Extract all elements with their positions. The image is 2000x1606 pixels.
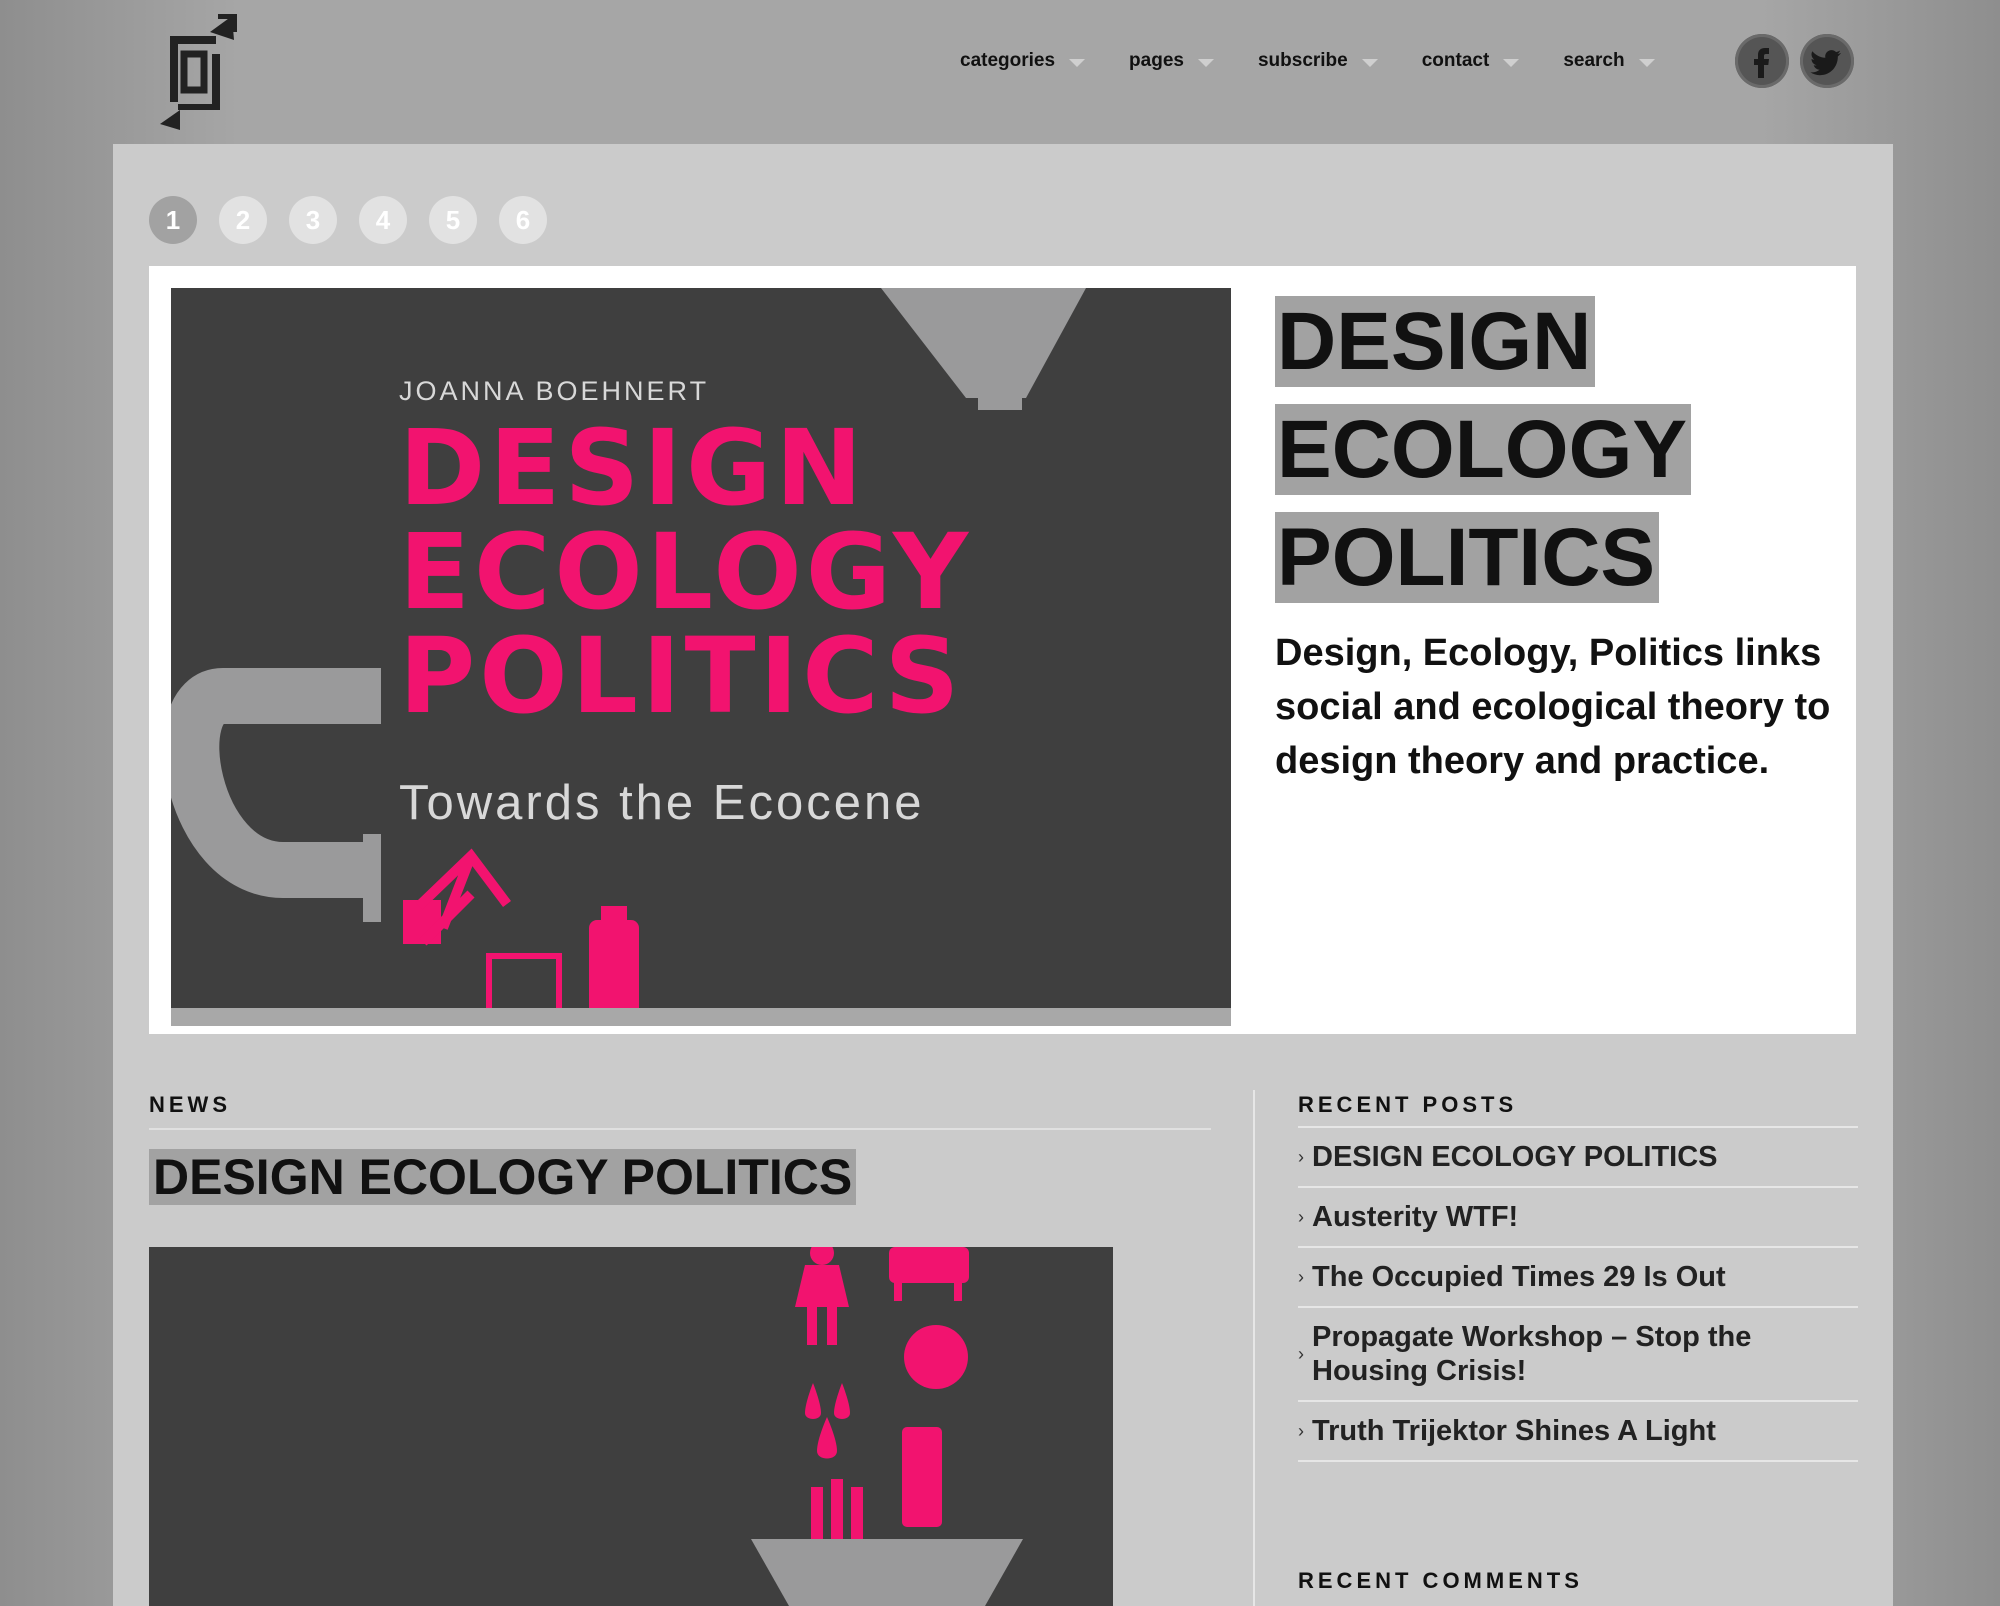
nav-label: pages bbox=[1129, 50, 1184, 71]
nav-categories[interactable]: categories bbox=[960, 50, 1086, 72]
post-title-text: DESIGN ECOLOGY POLITICS bbox=[149, 1149, 857, 1205]
chevron-down-icon bbox=[1069, 59, 1086, 67]
chevron-right-icon: › bbox=[1298, 1420, 1304, 1441]
chevron-down-icon bbox=[1361, 59, 1378, 67]
nav-pages[interactable]: pages bbox=[1129, 50, 1214, 72]
slider-page-2[interactable]: 2 bbox=[219, 196, 267, 244]
cover-title-line: DESIGN bbox=[399, 407, 867, 529]
nav-subscribe[interactable]: subscribe bbox=[1258, 50, 1378, 72]
recent-post-item[interactable]: › The Occupied Times 29 Is Out bbox=[1298, 1248, 1858, 1308]
cover-title-line: ECOLOGY bbox=[399, 511, 973, 633]
post-featured-image[interactable] bbox=[149, 1247, 1113, 1606]
nav-label: categories bbox=[960, 50, 1056, 71]
chevron-right-icon: › bbox=[1298, 1206, 1304, 1227]
recent-post-item[interactable]: › Austerity WTF! bbox=[1298, 1188, 1858, 1248]
recent-comments-heading: RECENT COMMENTS bbox=[1298, 1568, 1583, 1593]
nav-contact[interactable]: contact bbox=[1422, 50, 1520, 72]
nav-search[interactable]: search bbox=[1563, 50, 1655, 72]
slide-title-line: ECOLOGY bbox=[1275, 404, 1692, 495]
sidebar: RECENT POSTS › DESIGN ECOLOGY POLITICS ›… bbox=[1298, 1092, 1858, 1462]
twitter-button[interactable] bbox=[1800, 34, 1854, 88]
slider-page-1[interactable]: 1 bbox=[149, 196, 197, 244]
recent-post-item[interactable]: › DESIGN ECOLOGY POLITICS bbox=[1298, 1128, 1858, 1188]
recent-post-link[interactable]: Austerity WTF! bbox=[1312, 1200, 1518, 1234]
twitter-icon bbox=[1810, 50, 1841, 76]
chevron-down-icon bbox=[1638, 59, 1655, 67]
chevron-right-icon: › bbox=[1298, 1343, 1304, 1364]
slider-page-4[interactable]: 4 bbox=[359, 196, 407, 244]
chevron-right-icon: › bbox=[1298, 1146, 1304, 1167]
slide-text: DESIGN ECOLOGY POLITICS Design, Ecology,… bbox=[1275, 288, 1835, 788]
cover-title: DESIGN ECOLOGY POLITICS bbox=[399, 416, 972, 728]
cover-subtitle: Towards the Ecocene bbox=[399, 776, 925, 830]
news-section-heading: NEWS bbox=[149, 1092, 231, 1117]
column-divider bbox=[1253, 1090, 1255, 1606]
recent-post-link[interactable]: DESIGN ECOLOGY POLITICS bbox=[1312, 1140, 1718, 1174]
book-cover-image[interactable]: JOANNA BOEHNERT DESIGN ECOLOGY POLITICS … bbox=[171, 288, 1231, 1026]
main-content: 1 2 3 4 5 6 JOANNA BOEHNERT DESIGN ECOLO… bbox=[113, 144, 1893, 1606]
recent-posts-heading: RECENT POSTS bbox=[1298, 1092, 1518, 1117]
slide-excerpt: Design, Ecology, Politics links social a… bbox=[1275, 632, 1831, 782]
featured-slide: JOANNA BOEHNERT DESIGN ECOLOGY POLITICS … bbox=[149, 266, 1856, 1034]
chevron-right-icon: › bbox=[1298, 1266, 1304, 1287]
nav-label: search bbox=[1563, 50, 1625, 71]
site-logo[interactable] bbox=[150, 13, 240, 134]
recent-post-item[interactable]: › Truth Trijektor Shines A Light bbox=[1298, 1402, 1858, 1462]
facebook-icon bbox=[1754, 48, 1769, 78]
cover-author: JOANNA BOEHNERT bbox=[399, 376, 710, 406]
image-caption-bar bbox=[171, 1008, 1231, 1026]
recent-post-link[interactable]: Truth Trijektor Shines A Light bbox=[1312, 1414, 1716, 1448]
slider-page-3[interactable]: 3 bbox=[289, 196, 337, 244]
slide-title[interactable]: DESIGN ECOLOGY POLITICS bbox=[1275, 288, 1835, 612]
facebook-button[interactable] bbox=[1735, 34, 1789, 88]
recent-post-link[interactable]: Propagate Workshop – Stop the Housing Cr… bbox=[1312, 1320, 1858, 1388]
slider-page-6[interactable]: 6 bbox=[499, 196, 547, 244]
slide-title-line: DESIGN bbox=[1275, 296, 1596, 387]
slider-page-5[interactable]: 5 bbox=[429, 196, 477, 244]
recent-post-link[interactable]: The Occupied Times 29 Is Out bbox=[1312, 1260, 1726, 1294]
site-header: categories pages subscribe contact searc… bbox=[0, 0, 2000, 144]
post-illustration bbox=[751, 1247, 1023, 1606]
nav-label: contact bbox=[1421, 50, 1490, 71]
main-nav: categories pages subscribe contact searc… bbox=[960, 46, 1699, 76]
chevron-down-icon bbox=[1503, 59, 1520, 67]
slider-pagination: 1 2 3 4 5 6 bbox=[149, 196, 569, 244]
recent-post-item[interactable]: › Propagate Workshop – Stop the Housing … bbox=[1298, 1308, 1858, 1402]
nav-label: subscribe bbox=[1257, 50, 1348, 71]
chevron-down-icon bbox=[1197, 59, 1214, 67]
post-title[interactable]: DESIGN ECOLOGY POLITICS bbox=[149, 1146, 857, 1208]
slide-title-line: POLITICS bbox=[1275, 512, 1660, 603]
cover-title-line: POLITICS bbox=[399, 615, 964, 737]
recent-posts-list: › DESIGN ECOLOGY POLITICS › Austerity WT… bbox=[1298, 1126, 1858, 1462]
divider bbox=[149, 1128, 1211, 1130]
